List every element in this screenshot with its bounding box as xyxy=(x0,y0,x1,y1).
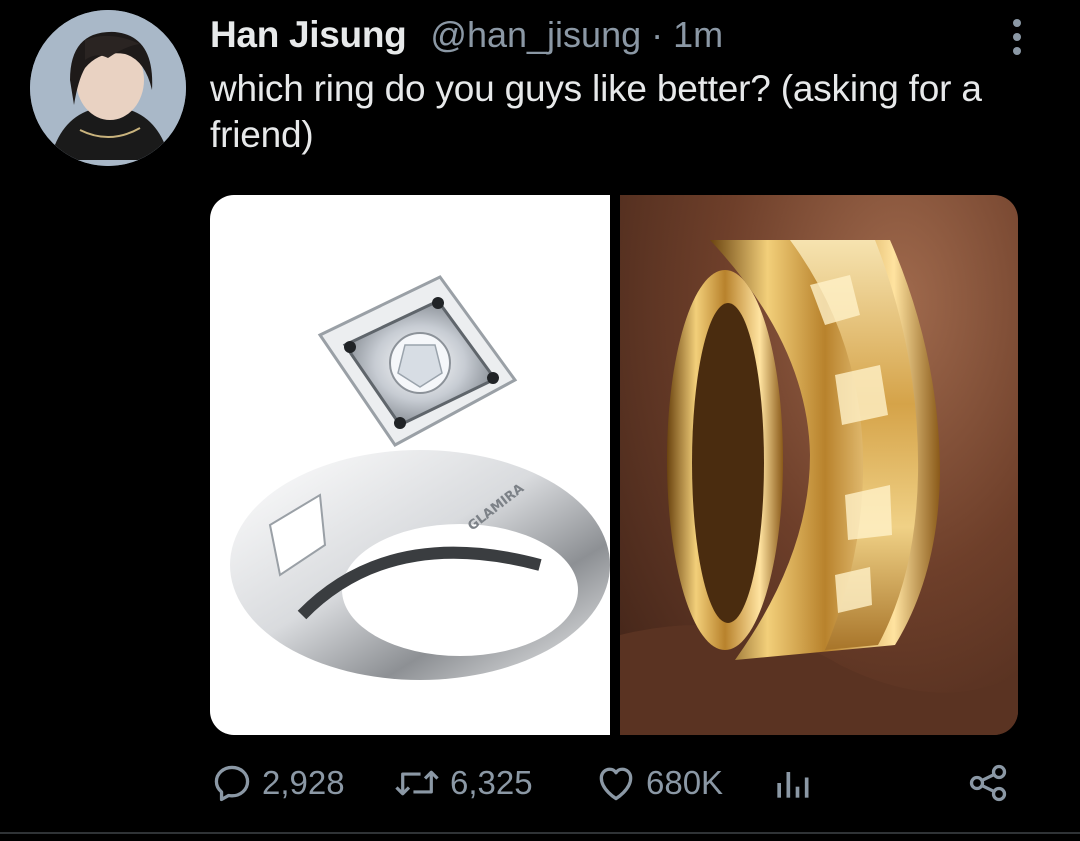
avatar[interactable] xyxy=(30,10,186,166)
reply-button[interactable]: 2,928 xyxy=(210,755,345,811)
more-vertical-icon[interactable] xyxy=(1002,16,1032,58)
heart-icon xyxy=(599,767,633,801)
silver-ring-illustration: GLAMIRA xyxy=(230,275,610,680)
retweet-icon xyxy=(395,770,439,796)
reply-count: 2,928 xyxy=(262,764,345,801)
tweet: Han Jisung @han_jisung · 1m which ring d… xyxy=(0,0,1080,841)
reply-icon xyxy=(214,765,250,802)
tweet-text: which ring do you guys like better? (ask… xyxy=(210,68,982,155)
avatar-photo xyxy=(30,10,186,166)
tweet-timestamp[interactable]: 1m xyxy=(673,14,723,56)
tweet-header: Han Jisung @han_jisung · 1m xyxy=(210,14,1000,60)
retweet-count: 6,325 xyxy=(450,764,533,801)
author-handle[interactable]: @han_jisung xyxy=(430,14,641,56)
share-button[interactable] xyxy=(966,755,1010,811)
author-display-name[interactable]: Han Jisung xyxy=(210,14,407,56)
analytics-icon xyxy=(777,772,809,798)
analytics-button[interactable] xyxy=(770,755,814,811)
tweet-actions: 2,928 6,325 680K xyxy=(210,755,1030,811)
header-separator: · xyxy=(651,14,664,55)
like-button[interactable]: 680K xyxy=(594,755,723,811)
media-photo-gold-ring[interactable] xyxy=(620,195,1018,735)
share-icon xyxy=(969,764,1007,802)
tweet-media[interactable]: GLAMIRA xyxy=(210,195,1018,735)
media-photo-silver-ring[interactable]: GLAMIRA xyxy=(210,195,610,735)
like-count: 680K xyxy=(646,764,724,801)
retweet-button[interactable]: 6,325 xyxy=(392,755,533,811)
divider xyxy=(0,832,1080,834)
gold-ring-illustration xyxy=(620,240,1018,735)
